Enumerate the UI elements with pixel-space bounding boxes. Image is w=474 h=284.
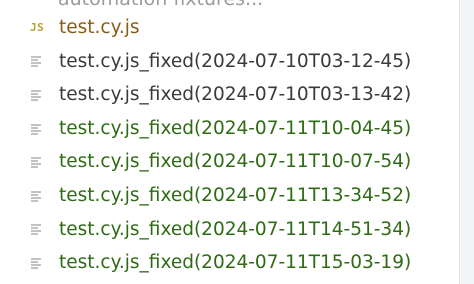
file-name-label: test.cy.js_fixed(2024-07-10T03-12-45) <box>59 50 412 72</box>
file-list: JS test.cy.js test.cy.js_fixed(2024-07-1… <box>0 11 460 280</box>
file-row-fixed-3[interactable]: test.cy.js_fixed(2024-07-11T10-04-45) <box>0 112 460 146</box>
text-file-icon <box>30 45 54 79</box>
text-file-icon <box>30 246 54 280</box>
text-file-icon <box>30 213 54 247</box>
file-row-fixed-5[interactable]: test.cy.js_fixed(2024-07-11T13-34-52) <box>0 179 460 213</box>
file-row-fixed-1[interactable]: test.cy.js_fixed(2024-07-10T03-12-45) <box>0 45 460 79</box>
file-row-fixed-7[interactable]: test.cy.js_fixed(2024-07-11T15-03-19) <box>0 246 460 280</box>
file-row-fixed-6[interactable]: test.cy.js_fixed(2024-07-11T14-51-34) <box>0 213 460 247</box>
text-file-icon <box>30 112 54 146</box>
file-name-label: test.cy.js_fixed(2024-07-11T15-03-19) <box>59 252 412 274</box>
file-name-label: test.cy.js_fixed(2024-07-11T10-04-45) <box>59 117 412 139</box>
file-name-label: test.cy.js_fixed(2024-07-10T03-13-42) <box>59 84 412 106</box>
cutoff-row-label: automation fixtures... <box>58 0 263 10</box>
file-row-test-cy-js[interactable]: JS test.cy.js <box>0 11 460 45</box>
text-file-icon <box>30 179 54 213</box>
project-file-tree: automation fixtures... JS test.cy.js tes… <box>0 0 474 284</box>
file-name-label: test.cy.js <box>59 17 140 38</box>
file-name-label: test.cy.js_fixed(2024-07-11T10-07-54) <box>59 151 412 173</box>
file-row-fixed-4[interactable]: test.cy.js_fixed(2024-07-11T10-07-54) <box>0 145 460 179</box>
js-file-icon: JS <box>30 21 45 35</box>
file-name-label: test.cy.js_fixed(2024-07-11T14-51-34) <box>59 218 412 240</box>
file-name-label: test.cy.js_fixed(2024-07-11T13-34-52) <box>59 184 412 206</box>
text-file-icon <box>30 145 54 179</box>
panel-right-edge <box>459 0 474 284</box>
file-row-fixed-2[interactable]: test.cy.js_fixed(2024-07-10T03-13-42) <box>0 78 460 112</box>
text-file-icon <box>30 78 54 112</box>
